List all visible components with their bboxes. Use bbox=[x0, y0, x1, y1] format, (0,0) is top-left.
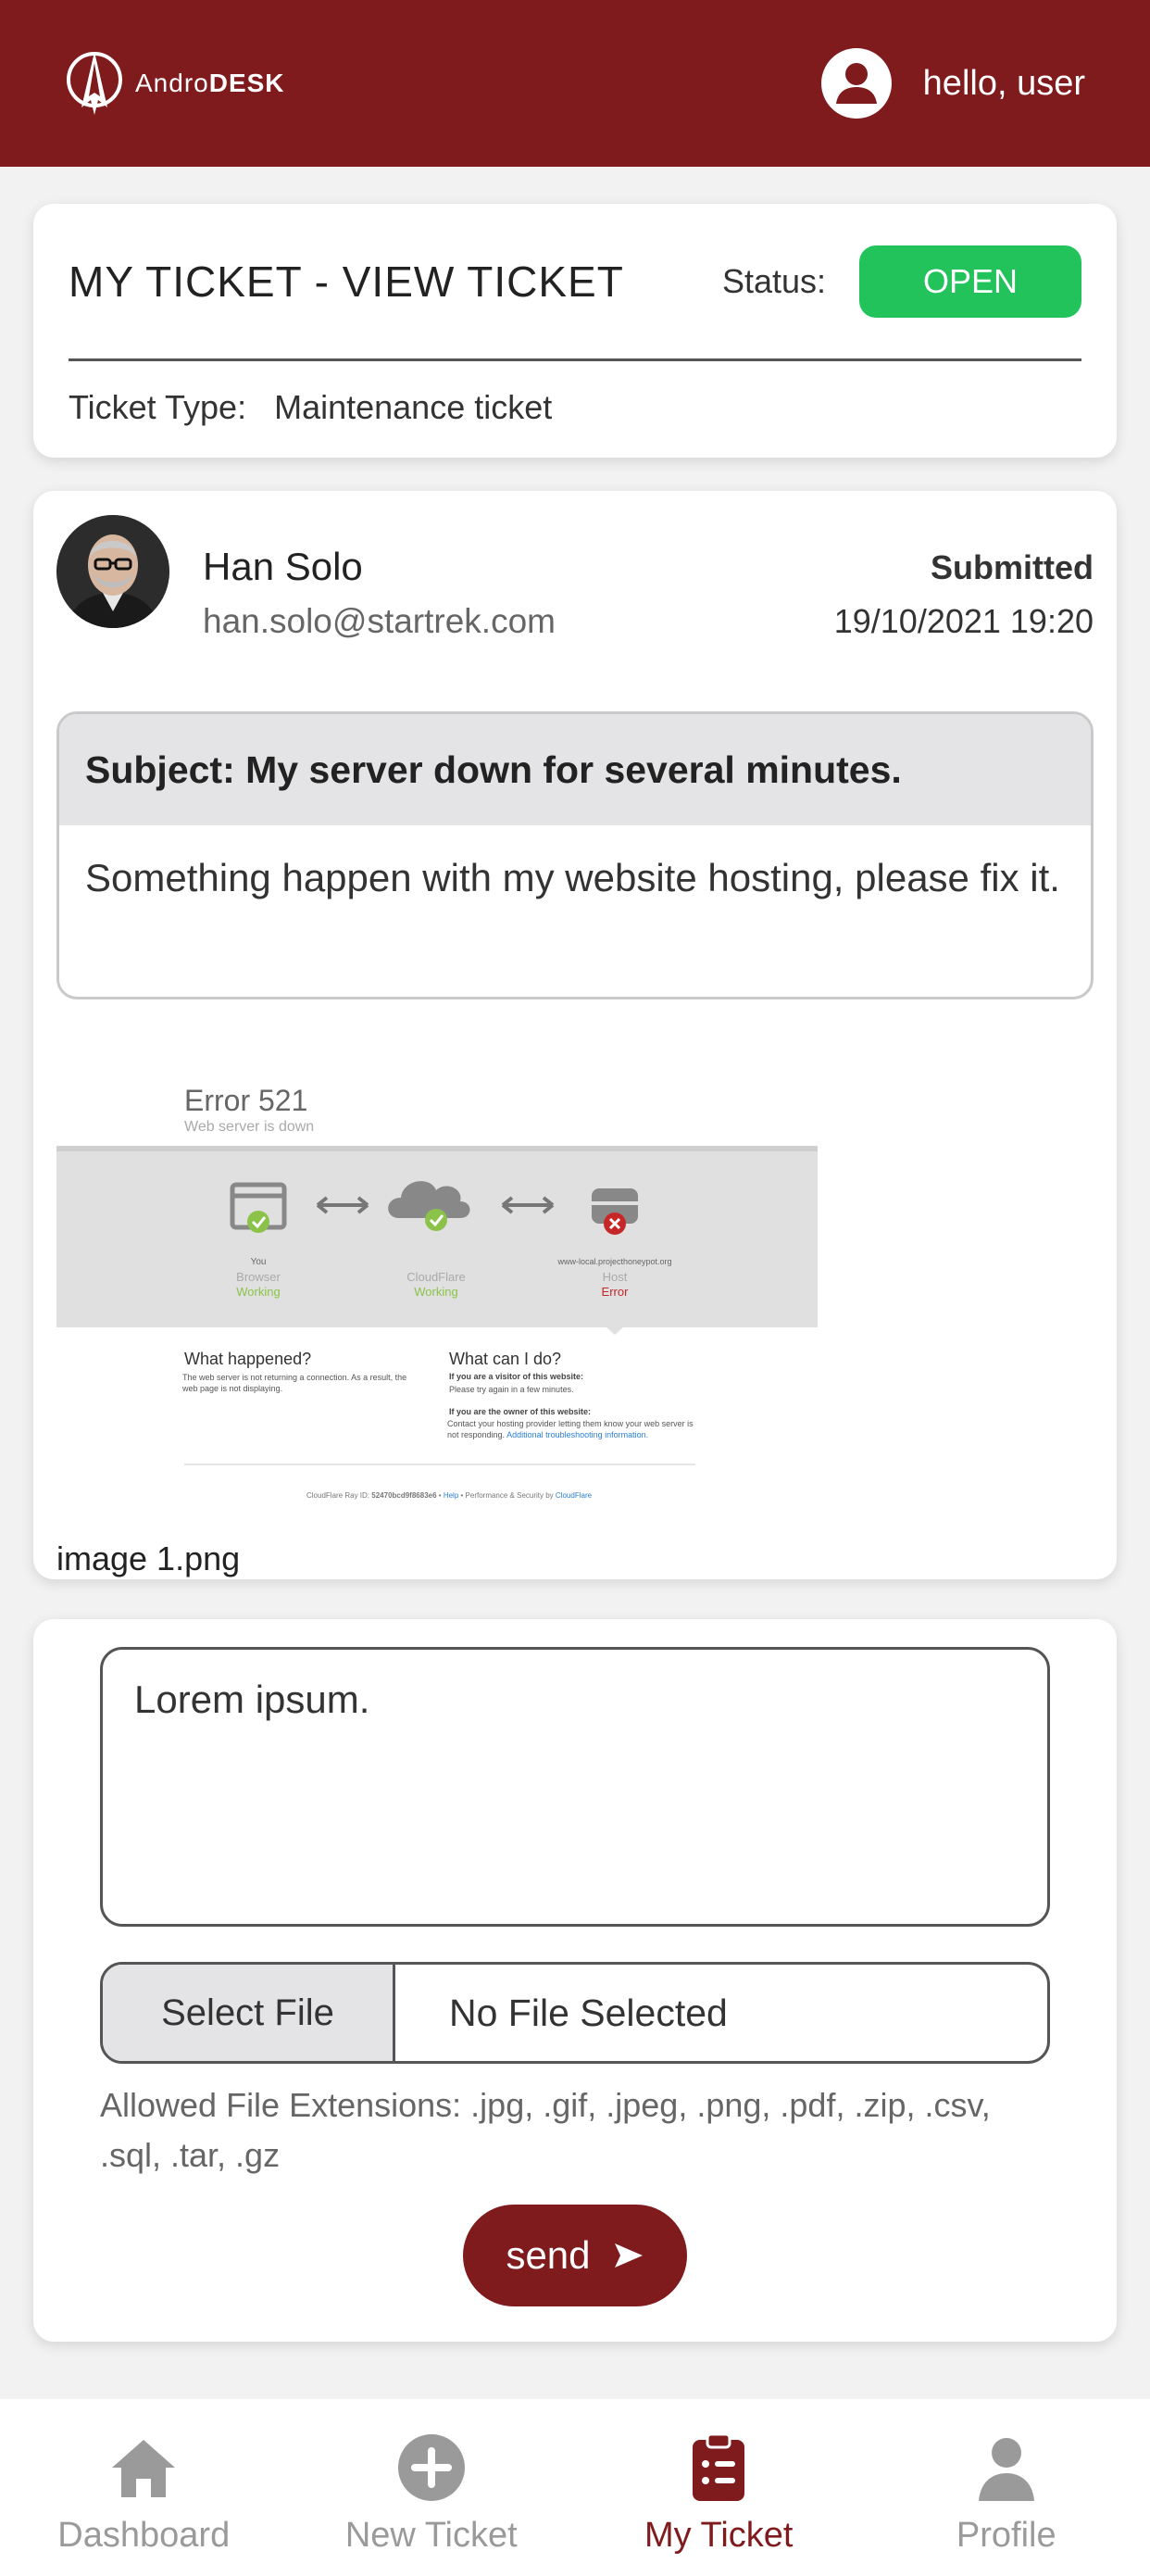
error-subtitle: Web server is down bbox=[184, 1119, 314, 1135]
message-subject: Subject: My server down for several minu… bbox=[59, 714, 1091, 825]
message-meta: Han Solo han.solo@startrek.com Submitted… bbox=[56, 515, 1094, 641]
ticket-type-row: Ticket Type: Maintenance ticket bbox=[69, 361, 1081, 454]
reply-card: Lorem ipsum. Select File No File Selecte… bbox=[33, 1619, 1117, 2342]
node-host-top: www-local.projecthoneypot.org bbox=[556, 1257, 671, 1266]
send-icon bbox=[614, 2243, 643, 2268]
check-icon bbox=[247, 1211, 269, 1233]
nav-item-new-ticket[interactable]: New Ticket bbox=[288, 2399, 576, 2576]
brand-suffix: DESK bbox=[208, 69, 285, 97]
visitor-heading: If you are a visitor of this website: bbox=[449, 1372, 583, 1381]
author-email: han.solo@startrek.com bbox=[203, 602, 556, 640]
submission-info: Submitted 19/10/2021 19:20 bbox=[834, 515, 1094, 641]
message-body: Something happen with my website hosting… bbox=[85, 856, 1060, 899]
nav-label-new-ticket: New Ticket bbox=[344, 2516, 518, 2555]
allowed-extensions-note: Allowed File Extensions: .jpg, .gif, .jp… bbox=[100, 2086, 991, 2174]
node-cloudflare-name: CloudFlare bbox=[406, 1270, 466, 1284]
file-input[interactable]: Select File No File Selected bbox=[100, 1962, 1050, 2064]
troubleshooting-link[interactable]: Additional troubleshooting information. bbox=[506, 1430, 648, 1439]
ticket-header-card: MY TICKET - VIEW TICKET Status: OPEN Tic… bbox=[33, 204, 1117, 458]
attachment-image[interactable]: Error 521 Web server is down You Browser… bbox=[56, 1064, 818, 1509]
node-host-name: Host bbox=[603, 1270, 628, 1284]
author: Han Solo han.solo@startrek.com bbox=[56, 515, 556, 641]
nav-item-my-ticket[interactable]: My Ticket bbox=[575, 2399, 863, 2576]
ticket-title-row: MY TICKET - VIEW TICKET Status: OPEN bbox=[69, 204, 1081, 361]
brand[interactable]: AndroDESK bbox=[65, 46, 285, 120]
plus-circle-icon bbox=[397, 2434, 465, 2501]
user-avatar-icon[interactable] bbox=[820, 48, 892, 119]
androdesk-logo-icon bbox=[67, 52, 122, 115]
nav-label-dashboard: Dashboard bbox=[57, 2516, 231, 2555]
author-avatar bbox=[56, 515, 169, 628]
send-button[interactable]: send bbox=[463, 2205, 687, 2306]
node-browser-top: You bbox=[251, 1257, 267, 1267]
ticket-type-label: Ticket Type: bbox=[69, 388, 247, 426]
submitted-date: 19/10/2021 19:20 bbox=[833, 602, 1094, 640]
person-icon bbox=[978, 2438, 1034, 2501]
clipboard-icon bbox=[693, 2432, 745, 2501]
node-cloudflare-status: Working bbox=[414, 1285, 457, 1299]
ticket-message-card: Han Solo han.solo@startrek.com Submitted… bbox=[33, 491, 1117, 1579]
nav-item-dashboard[interactable]: Dashboard bbox=[0, 2399, 288, 2576]
status-label: Status: bbox=[721, 261, 826, 300]
attachment-caption[interactable]: image 1.png bbox=[56, 1539, 1094, 1578]
bottom-navigation: Dashboard New Ticket My Ticket Profile bbox=[0, 2399, 1150, 2576]
send-label: send bbox=[506, 2233, 591, 2277]
app-header: AndroDESK hello, user bbox=[0, 0, 1150, 167]
ticket-type-value: Maintenance ticket bbox=[274, 388, 553, 426]
select-file-button[interactable]: Select File bbox=[103, 1965, 395, 2061]
page-title: MY TICKET - VIEW TICKET bbox=[69, 257, 624, 306]
error-title: Error 521 bbox=[184, 1084, 307, 1117]
user-menu[interactable]: hello, user bbox=[820, 48, 1085, 119]
nav-label-my-ticket: My Ticket bbox=[644, 2516, 794, 2555]
node-browser-status: Working bbox=[236, 1285, 280, 1299]
nav-label-profile: Profile bbox=[956, 2516, 1056, 2555]
user-greeting: hello, user bbox=[922, 63, 1085, 103]
file-status: No File Selected bbox=[449, 1991, 728, 2034]
check-icon-2 bbox=[425, 1209, 447, 1231]
what-happened-text: The web server is not returning a connec… bbox=[182, 1373, 407, 1393]
brand-prefix: Andro bbox=[135, 69, 209, 97]
owner-heading: If you are the owner of this website: bbox=[449, 1407, 591, 1416]
node-browser-name: Browser bbox=[236, 1270, 281, 1284]
brand-name: AndroDESK bbox=[135, 69, 285, 98]
submitted-label: Submitted bbox=[931, 548, 1094, 586]
attachment-footer: CloudFlare Ray ID: 52470bcd9f8683e6 • He… bbox=[306, 1491, 593, 1500]
home-icon bbox=[112, 2440, 176, 2497]
what-can-title: What can I do? bbox=[449, 1350, 561, 1368]
visitor-text: Please try again in a few minutes. bbox=[449, 1385, 574, 1394]
message-box: Subject: My server down for several minu… bbox=[56, 711, 1094, 999]
reply-textarea[interactable]: Lorem ipsum. bbox=[100, 1647, 1050, 1927]
node-host-status: Error bbox=[602, 1285, 630, 1299]
what-happened-title: What happened? bbox=[184, 1350, 311, 1368]
status-badge: OPEN bbox=[859, 245, 1081, 318]
status-group: Status: OPEN bbox=[722, 245, 1081, 318]
nav-item-profile[interactable]: Profile bbox=[863, 2399, 1150, 2576]
author-name: Han Solo bbox=[203, 545, 363, 588]
